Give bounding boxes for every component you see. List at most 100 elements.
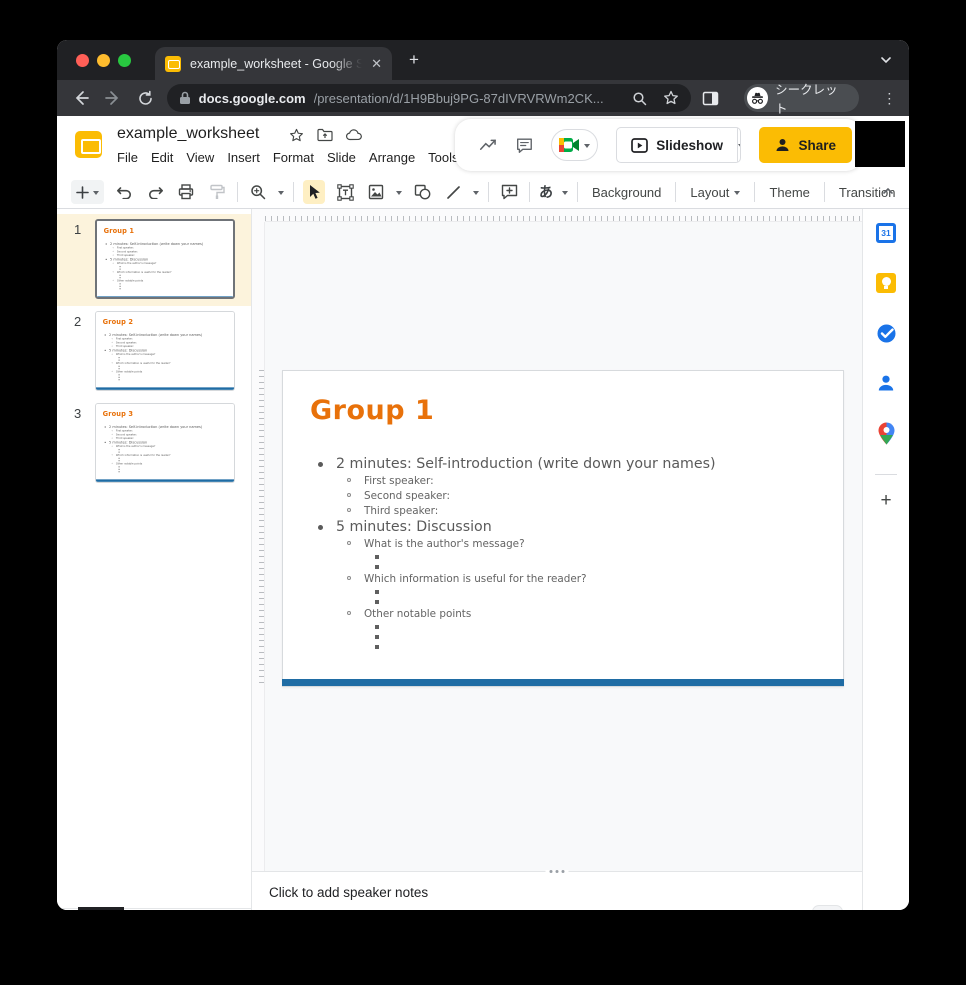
slide-thumbnail-2[interactable]: 2 Group 2 2 minutes: Self-introduction (…: [57, 306, 251, 398]
lock-icon: [179, 91, 191, 105]
input-tools-button[interactable]: あ: [539, 182, 553, 202]
sub-bullet-line: First speaker:: [283, 474, 843, 489]
side-panel-icon[interactable]: [698, 85, 723, 111]
explore-button[interactable]: [812, 905, 843, 910]
chevron-down-icon[interactable]: [879, 53, 893, 72]
menu-tools[interactable]: Tools: [428, 150, 458, 165]
redo-button[interactable]: [144, 180, 166, 204]
window-controls: [76, 54, 131, 67]
meet-call-button[interactable]: [551, 129, 599, 161]
browser-menu-icon[interactable]: ⋮: [882, 90, 897, 107]
plus-icon: [76, 186, 89, 199]
calendar-icon[interactable]: 31: [875, 222, 897, 244]
insert-comment-button[interactable]: [498, 180, 520, 204]
ruler-corner: [252, 209, 265, 222]
theme-button[interactable]: Theme: [764, 185, 814, 200]
text-box-button[interactable]: [334, 180, 356, 204]
move-folder-icon[interactable]: [317, 128, 333, 142]
browser-navbar: docs.google.com /presentation/d/1H9Bbuj9…: [57, 80, 909, 116]
zoom-options-chevron-icon[interactable]: [278, 191, 284, 198]
slide-canvas[interactable]: Group 1 2 minutes: Self-introduction (wr…: [252, 209, 862, 871]
slide-body-textbox[interactable]: 2 minutes: Self-introduction (write down…: [283, 456, 843, 652]
square-marker: [375, 555, 379, 559]
tasks-icon[interactable]: [875, 322, 897, 344]
close-window-button[interactable]: [76, 54, 89, 67]
slide-thumbnail-3[interactable]: 3 Group 3 2 minutes: Self-introduction (…: [57, 398, 251, 490]
menu-format[interactable]: Format: [273, 150, 314, 165]
slide-title-textbox[interactable]: Group 1: [310, 395, 434, 426]
star-document-icon[interactable]: [289, 128, 304, 143]
collapse-toolbar-chevron-icon[interactable]: [881, 184, 895, 203]
menu-insert[interactable]: Insert: [227, 150, 260, 165]
select-tool-button[interactable]: [303, 180, 325, 204]
share-button[interactable]: Share: [759, 127, 852, 163]
line-options-chevron-icon[interactable]: [473, 191, 479, 198]
speaker-notes-panel[interactable]: Click to add speaker notes: [252, 871, 862, 910]
cloud-saved-icon[interactable]: [346, 128, 363, 141]
slide-accent-bar: [282, 679, 844, 686]
image-options-chevron-icon[interactable]: [396, 191, 402, 198]
slides-favicon-icon: [165, 56, 181, 72]
incognito-icon: [747, 87, 768, 109]
close-tab-icon[interactable]: ✕: [371, 56, 382, 72]
slideshow-options-button[interactable]: [737, 128, 742, 162]
square-marker: [375, 565, 379, 569]
insert-line-button[interactable]: [442, 180, 464, 204]
slideshow-label: Slideshow: [656, 138, 723, 153]
fullscreen-window-button[interactable]: [118, 54, 131, 67]
square-marker: [375, 590, 379, 594]
notes-resize-handle[interactable]: [546, 870, 569, 873]
reload-icon[interactable]: [133, 85, 158, 111]
menu-edit[interactable]: Edit: [151, 150, 173, 165]
background-button[interactable]: Background: [587, 185, 666, 200]
undo-button[interactable]: [113, 180, 135, 204]
back-icon[interactable]: [69, 85, 94, 111]
slideshow-button[interactable]: Slideshow: [617, 128, 737, 162]
activity-trend-icon[interactable]: [479, 136, 498, 154]
browser-tab[interactable]: example_worksheet - Google S ✕: [155, 47, 392, 80]
menu-slide[interactable]: Slide: [327, 150, 356, 165]
forward-icon[interactable]: [101, 85, 126, 111]
input-tools-chevron-icon[interactable]: [562, 191, 568, 198]
person-icon: [775, 138, 790, 152]
new-tab-button[interactable]: +: [409, 50, 419, 70]
side-panel-divider: [875, 474, 897, 475]
menu-file[interactable]: File: [117, 150, 138, 165]
contacts-icon[interactable]: [875, 372, 897, 394]
search-icon[interactable]: [632, 91, 647, 106]
sub-bullet-line: Other notable points: [283, 607, 843, 622]
url-bar[interactable]: docs.google.com /presentation/d/1H9Bbuj9…: [167, 84, 692, 112]
edit-toolbar: あ Background Layout Theme Transition: [57, 176, 909, 209]
slides-app-icon[interactable]: [75, 131, 102, 158]
insert-shape-button[interactable]: [411, 180, 433, 204]
sub-bullet-line: Second speaker:: [283, 489, 843, 504]
document-title[interactable]: example_worksheet: [117, 125, 259, 143]
insert-image-button[interactable]: [365, 180, 387, 204]
sub-bullet-line: What is the author's message?: [283, 537, 843, 552]
speaker-notes-placeholder[interactable]: Click to add speaker notes: [269, 885, 428, 900]
minimize-window-button[interactable]: [97, 54, 110, 67]
tab-title: example_worksheet - Google S: [190, 57, 362, 71]
add-addon-button[interactable]: +: [880, 491, 891, 511]
user-avatar[interactable]: [855, 121, 905, 167]
comment-history-icon[interactable]: [516, 136, 533, 155]
slides-header: example_worksheet File Edit View Insert …: [57, 116, 909, 176]
chevron-down-icon[interactable]: [93, 191, 99, 198]
layout-button[interactable]: Layout: [685, 185, 745, 200]
paint-format-button[interactable]: [206, 180, 228, 204]
empty-square-bullet: [283, 597, 843, 607]
menu-arrange[interactable]: Arrange: [369, 150, 415, 165]
zoom-button[interactable]: [247, 180, 269, 204]
menu-view[interactable]: View: [186, 150, 214, 165]
new-slide-button[interactable]: [71, 180, 104, 204]
keep-icon[interactable]: [875, 272, 897, 294]
workspace-side-panel: 31 +: [862, 209, 909, 910]
maps-icon[interactable]: [875, 422, 897, 444]
slideshow-split-button: Slideshow: [616, 127, 741, 163]
current-slide[interactable]: Group 1 2 minutes: Self-introduction (wr…: [282, 370, 844, 687]
slide-thumbnail-1[interactable]: 1 Group 1 2 minutes: Self-introduction (…: [57, 214, 251, 306]
bookmark-star-icon[interactable]: [663, 90, 679, 106]
slide-number: 3: [74, 406, 81, 421]
print-button[interactable]: [175, 180, 197, 204]
incognito-badge: シークレット: [744, 84, 859, 112]
